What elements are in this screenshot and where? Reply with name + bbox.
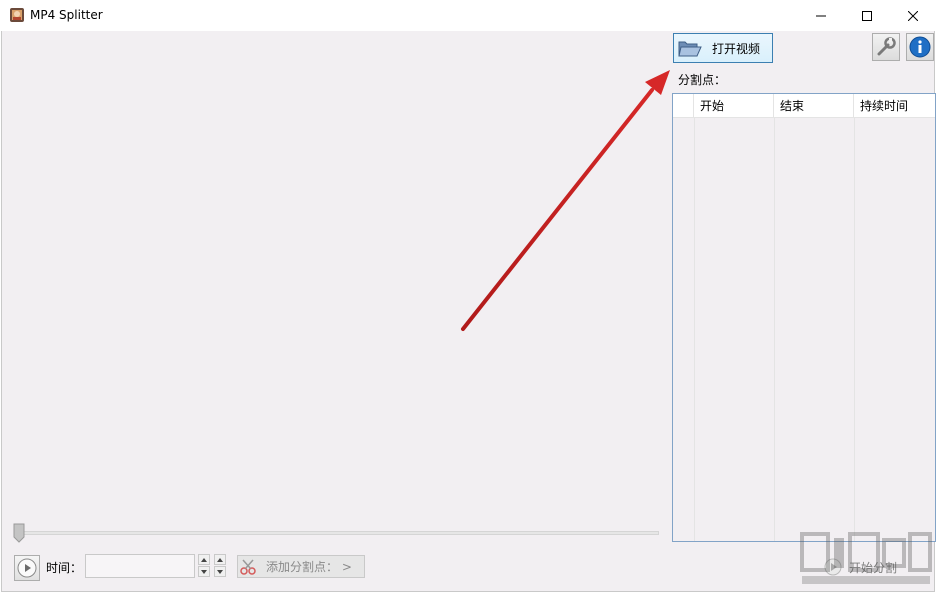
play-button[interactable] [14, 555, 40, 581]
column-divider [774, 118, 775, 541]
time-spin-up-button[interactable] [214, 554, 226, 565]
time-spin-down-button[interactable] [198, 566, 210, 577]
client-area: 打开视频 分割点： 开始 结束 持续时间 时间： 添加分割点： > 开始分割 [1, 31, 936, 592]
close-button[interactable] [890, 0, 936, 31]
table-header-start[interactable]: 开始 [694, 94, 774, 118]
open-video-button[interactable]: 打开视频 [673, 33, 773, 63]
arrow-down-icon [201, 569, 207, 574]
arrow-up-icon [201, 557, 207, 562]
maximize-button[interactable] [844, 0, 890, 31]
scissors-icon [240, 559, 256, 575]
watermark-logo [800, 532, 932, 584]
table-header-index [673, 94, 694, 118]
app-icon [10, 8, 24, 22]
minimize-icon [816, 15, 826, 16]
add-split-point-button[interactable]: 添加分割点： > [237, 555, 365, 578]
table-header: 开始 结束 持续时间 [673, 94, 935, 118]
time-spin-up-button[interactable] [198, 554, 210, 565]
split-points-table[interactable]: 开始 结束 持续时间 [672, 93, 936, 542]
title-bar: MP4 Splitter [0, 0, 936, 31]
arrow-down-icon [217, 569, 223, 574]
time-label: 时间： [46, 561, 83, 575]
maximize-icon [862, 10, 872, 21]
time-spin-down-button[interactable] [214, 566, 226, 577]
close-icon [908, 10, 918, 21]
settings-button[interactable] [872, 33, 900, 61]
wrench-icon [877, 37, 896, 56]
video-preview-area[interactable] [2, 31, 662, 521]
window-title: MP4 Splitter [30, 8, 103, 22]
seek-slider-thumb[interactable] [13, 523, 25, 543]
minimize-button[interactable] [798, 0, 844, 31]
arrow-up-icon [217, 557, 223, 562]
split-points-label: 分割点： [678, 73, 727, 87]
table-header-end[interactable]: 结束 [774, 94, 854, 118]
table-header-duration[interactable]: 持续时间 [854, 94, 935, 118]
add-split-point-label: 添加分割点： > [266, 560, 352, 574]
info-icon [909, 36, 931, 58]
seek-slider-track[interactable] [14, 531, 659, 535]
column-divider [854, 118, 855, 541]
time-input[interactable] [85, 554, 195, 578]
open-video-label: 打开视频 [712, 41, 761, 56]
about-button[interactable] [906, 33, 934, 61]
play-icon [17, 558, 37, 578]
folder-open-icon [678, 41, 702, 57]
column-divider [694, 118, 695, 541]
